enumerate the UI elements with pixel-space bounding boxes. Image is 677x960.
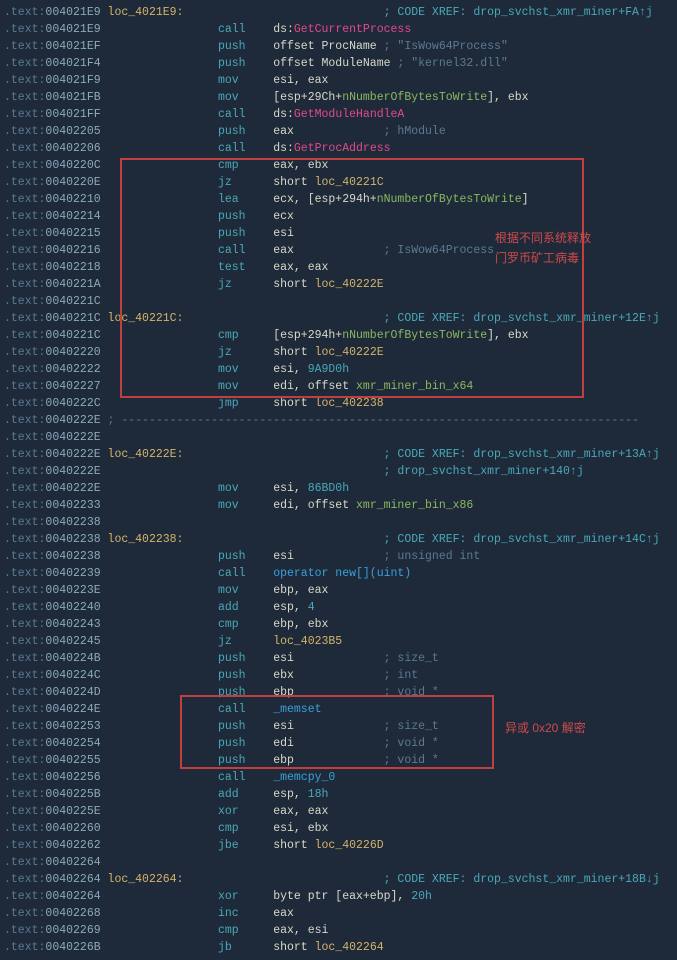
instr-line: .text:00402238 push esi ; unsigned int: [4, 548, 673, 565]
instr-line: .text:0040221A jz short loc_40222E: [4, 276, 673, 293]
instr-line: .text:00402240 add esp, 4: [4, 599, 673, 616]
instr-line: .text:00402245 jz loc_4023B5: [4, 633, 673, 650]
instr-line: .text:00402220 jz short loc_40222E: [4, 344, 673, 361]
label-line: .text:00402238 loc_402238: ; CODE XREF: …: [4, 531, 673, 548]
instr-line: .text:004021F4 push offset ModuleName ; …: [4, 55, 673, 72]
label-line: .text:004021E9 loc_4021E9: ; CODE XREF: …: [4, 4, 673, 21]
label-line: .text:0040222E loc_40222E: ; CODE XREF: …: [4, 446, 673, 463]
instr-line: .text:0040223E mov ebp, eax: [4, 582, 673, 599]
label-line: .text:0040221C loc_40221C: ; CODE XREF: …: [4, 310, 673, 327]
instr-line: .text:0040220E jz short loc_40221C: [4, 174, 673, 191]
instr-line: .text:00402222 mov esi, 9A9D0h: [4, 361, 673, 378]
instr-line: .text:004021EF push offset ProcName ; "I…: [4, 38, 673, 55]
instr-line: .text:004021F9 mov esi, eax: [4, 72, 673, 89]
instr-line: .text:0040225B add esp, 18h: [4, 786, 673, 803]
instr-line: .text:0040222C jmp short loc_402238: [4, 395, 673, 412]
instr-line: .text:0040222E mov esi, 86BD0h: [4, 480, 673, 497]
divider: .text:0040222E ; -----------------------…: [4, 412, 673, 429]
instr-line: .text:004021FF call ds:GetModuleHandleA: [4, 106, 673, 123]
instr-line: .text:0040226B jb short loc_402264: [4, 939, 673, 956]
instr-line: .text:00402255 push ebp ; void *: [4, 752, 673, 769]
instr-line: .text:0040224D push ebp ; void *: [4, 684, 673, 701]
blank-line: .text:00402238: [4, 514, 673, 531]
instr-line: .text:0040225E xor eax, eax: [4, 803, 673, 820]
blank-line: .text:0040221C: [4, 293, 673, 310]
instr-line: .text:00402206 call ds:GetProcAddress: [4, 140, 673, 157]
instr-line: .text:004021E9 call ds:GetCurrentProcess: [4, 21, 673, 38]
instr-line: .text:0040220C cmp eax, ebx: [4, 157, 673, 174]
disassembly-view: .text:004021E9 loc_4021E9: ; CODE XREF: …: [4, 4, 673, 956]
instr-line: .text:0040221C cmp [esp+294h+nNumberOfBy…: [4, 327, 673, 344]
label-line: .text:00402264 loc_402264: ; CODE XREF: …: [4, 871, 673, 888]
instr-line: .text:00402205 push eax ; hModule: [4, 123, 673, 140]
instr-line: .text:00402264 xor byte ptr [eax+ebp], 2…: [4, 888, 673, 905]
instr-line: .text:00402239 call operator new[](uint): [4, 565, 673, 582]
instr-line: .text:004021FB mov [esp+29Ch+nNumberOfBy…: [4, 89, 673, 106]
annotation-arch-2: 门罗币矿工病毒: [495, 250, 579, 267]
instr-line: .text:00402214 push ecx: [4, 208, 673, 225]
instr-line: .text:00402254 push edi ; void *: [4, 735, 673, 752]
instr-line: .text:00402210 lea ecx, [esp+294h+nNumbe…: [4, 191, 673, 208]
blank-line: .text:0040222E: [4, 429, 673, 446]
instr-line: .text:00402256 call _memcpy_0: [4, 769, 673, 786]
instr-line: .text:00402227 mov edi, offset xmr_miner…: [4, 378, 673, 395]
instr-line: .text:0040224B push esi ; size_t: [4, 650, 673, 667]
annotation-xor: 异或 0x20 解密: [505, 720, 586, 737]
blank-line: .text:00402264: [4, 854, 673, 871]
annotation-arch-1: 根据不同系统释放: [495, 230, 591, 247]
instr-line: .text:00402269 cmp eax, esi: [4, 922, 673, 939]
instr-line: .text:00402233 mov edi, offset xmr_miner…: [4, 497, 673, 514]
instr-line: .text:00402243 cmp ebp, ebx: [4, 616, 673, 633]
instr-line: .text:00402262 jbe short loc_40226D: [4, 837, 673, 854]
xref-cont: .text:0040222E ; drop_svchst_xmr_miner+1…: [4, 463, 673, 480]
instr-line: .text:00402260 cmp esi, ebx: [4, 820, 673, 837]
instr-line: .text:00402268 inc eax: [4, 905, 673, 922]
instr-line: .text:0040224C push ebx ; int: [4, 667, 673, 684]
instr-line: .text:0040224E call _memset: [4, 701, 673, 718]
